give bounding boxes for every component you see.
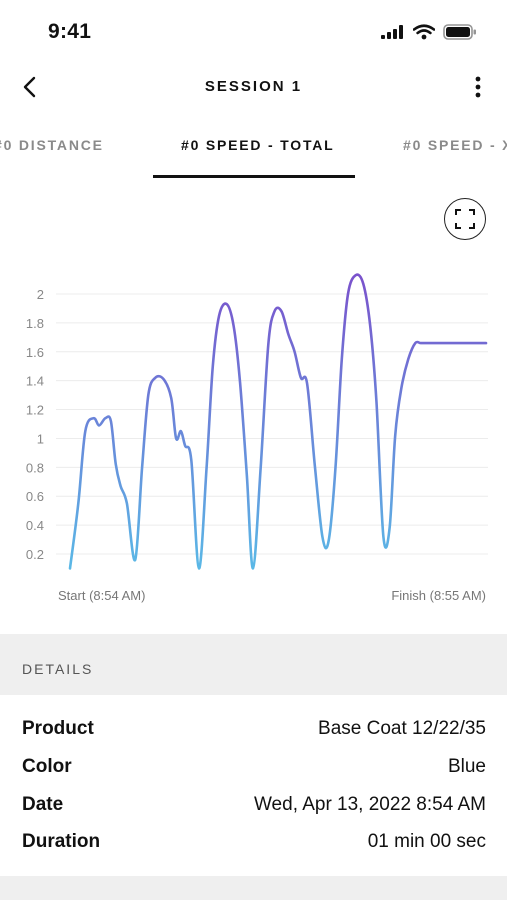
details-section-header: DETAILS: [0, 634, 507, 695]
detail-value: 01 min 00 sec: [367, 831, 486, 852]
more-button[interactable]: [463, 72, 493, 102]
detail-label: Duration: [22, 831, 101, 852]
page-title: SESSION 1: [204, 78, 303, 95]
x-end-label: Finish (8:55 AM): [391, 588, 486, 603]
tab-speed-x[interactable]: #0 SPEED - X: [403, 137, 507, 153]
tab-speed-total[interactable]: #0 SPEED - TOTAL: [181, 137, 335, 153]
detail-value: Blue: [447, 756, 486, 777]
detail-value: Base Coat 12/22/35: [318, 718, 486, 739]
y-tick-label: 0.6: [26, 489, 44, 504]
y-tick-label: 1.2: [26, 403, 44, 418]
details-header-label: DETAILS: [22, 661, 94, 677]
detail-label: Color: [22, 756, 72, 777]
detail-label: Product: [22, 718, 94, 739]
signal-icon: [381, 25, 403, 39]
tab-distance[interactable]: #0 DISTANCE: [0, 137, 104, 153]
detail-label: Date: [22, 794, 64, 815]
battery-icon: [443, 24, 476, 40]
status-time: 9:41: [48, 20, 92, 43]
more-vertical-icon: [475, 76, 481, 98]
y-tick-label: 1.8: [26, 316, 44, 331]
y-tick-label: 0.2: [26, 547, 44, 562]
y-tick-label: 2: [37, 287, 44, 302]
active-tab-indicator: [153, 175, 355, 178]
y-tick-label: 1.6: [26, 345, 44, 360]
y-tick-label: 0.8: [26, 460, 44, 475]
x-start-label: Start (8:54 AM): [58, 588, 145, 603]
y-tick-label: 1: [37, 431, 44, 446]
series-line-speed: [68, 273, 488, 570]
status-icons: [381, 24, 477, 40]
y-tick-label: 0.4: [26, 518, 44, 533]
detail-row-product: Product Base Coat 12/22/35: [0, 718, 507, 748]
detail-row-color: Color Blue: [0, 756, 507, 786]
nav-bar: SESSION 1: [0, 62, 507, 114]
detail-row-date: Date Wed, Apr 13, 2022 8:54 AM: [0, 794, 507, 824]
fullscreen-button[interactable]: [444, 198, 486, 240]
bottom-section-divider: [0, 876, 507, 900]
detail-value: Wed, Apr 13, 2022 8:54 AM: [253, 794, 486, 815]
y-tick-label: 1.4: [26, 374, 44, 389]
speed-chart-svg: 2 1.8 1.6 1.4 1.2 1 0.8 0.6 0.4 0.2 Start (8:54 A…: [26, 273, 488, 603]
tab-bar: #0 DISTANCE #0 SPEED - TOTAL #0 SPEED - …: [0, 125, 507, 179]
status-bar: 9:41: [0, 0, 507, 60]
expand-icon: [455, 209, 475, 229]
wifi-icon: [413, 24, 435, 40]
speed-chart: 2 1.8 1.6 1.4 1.2 1 0.8 0.6 0.4 0.2 Start (8:54 A…: [0, 250, 507, 620]
detail-row-duration: Duration 01 min 00 sec: [0, 831, 507, 861]
